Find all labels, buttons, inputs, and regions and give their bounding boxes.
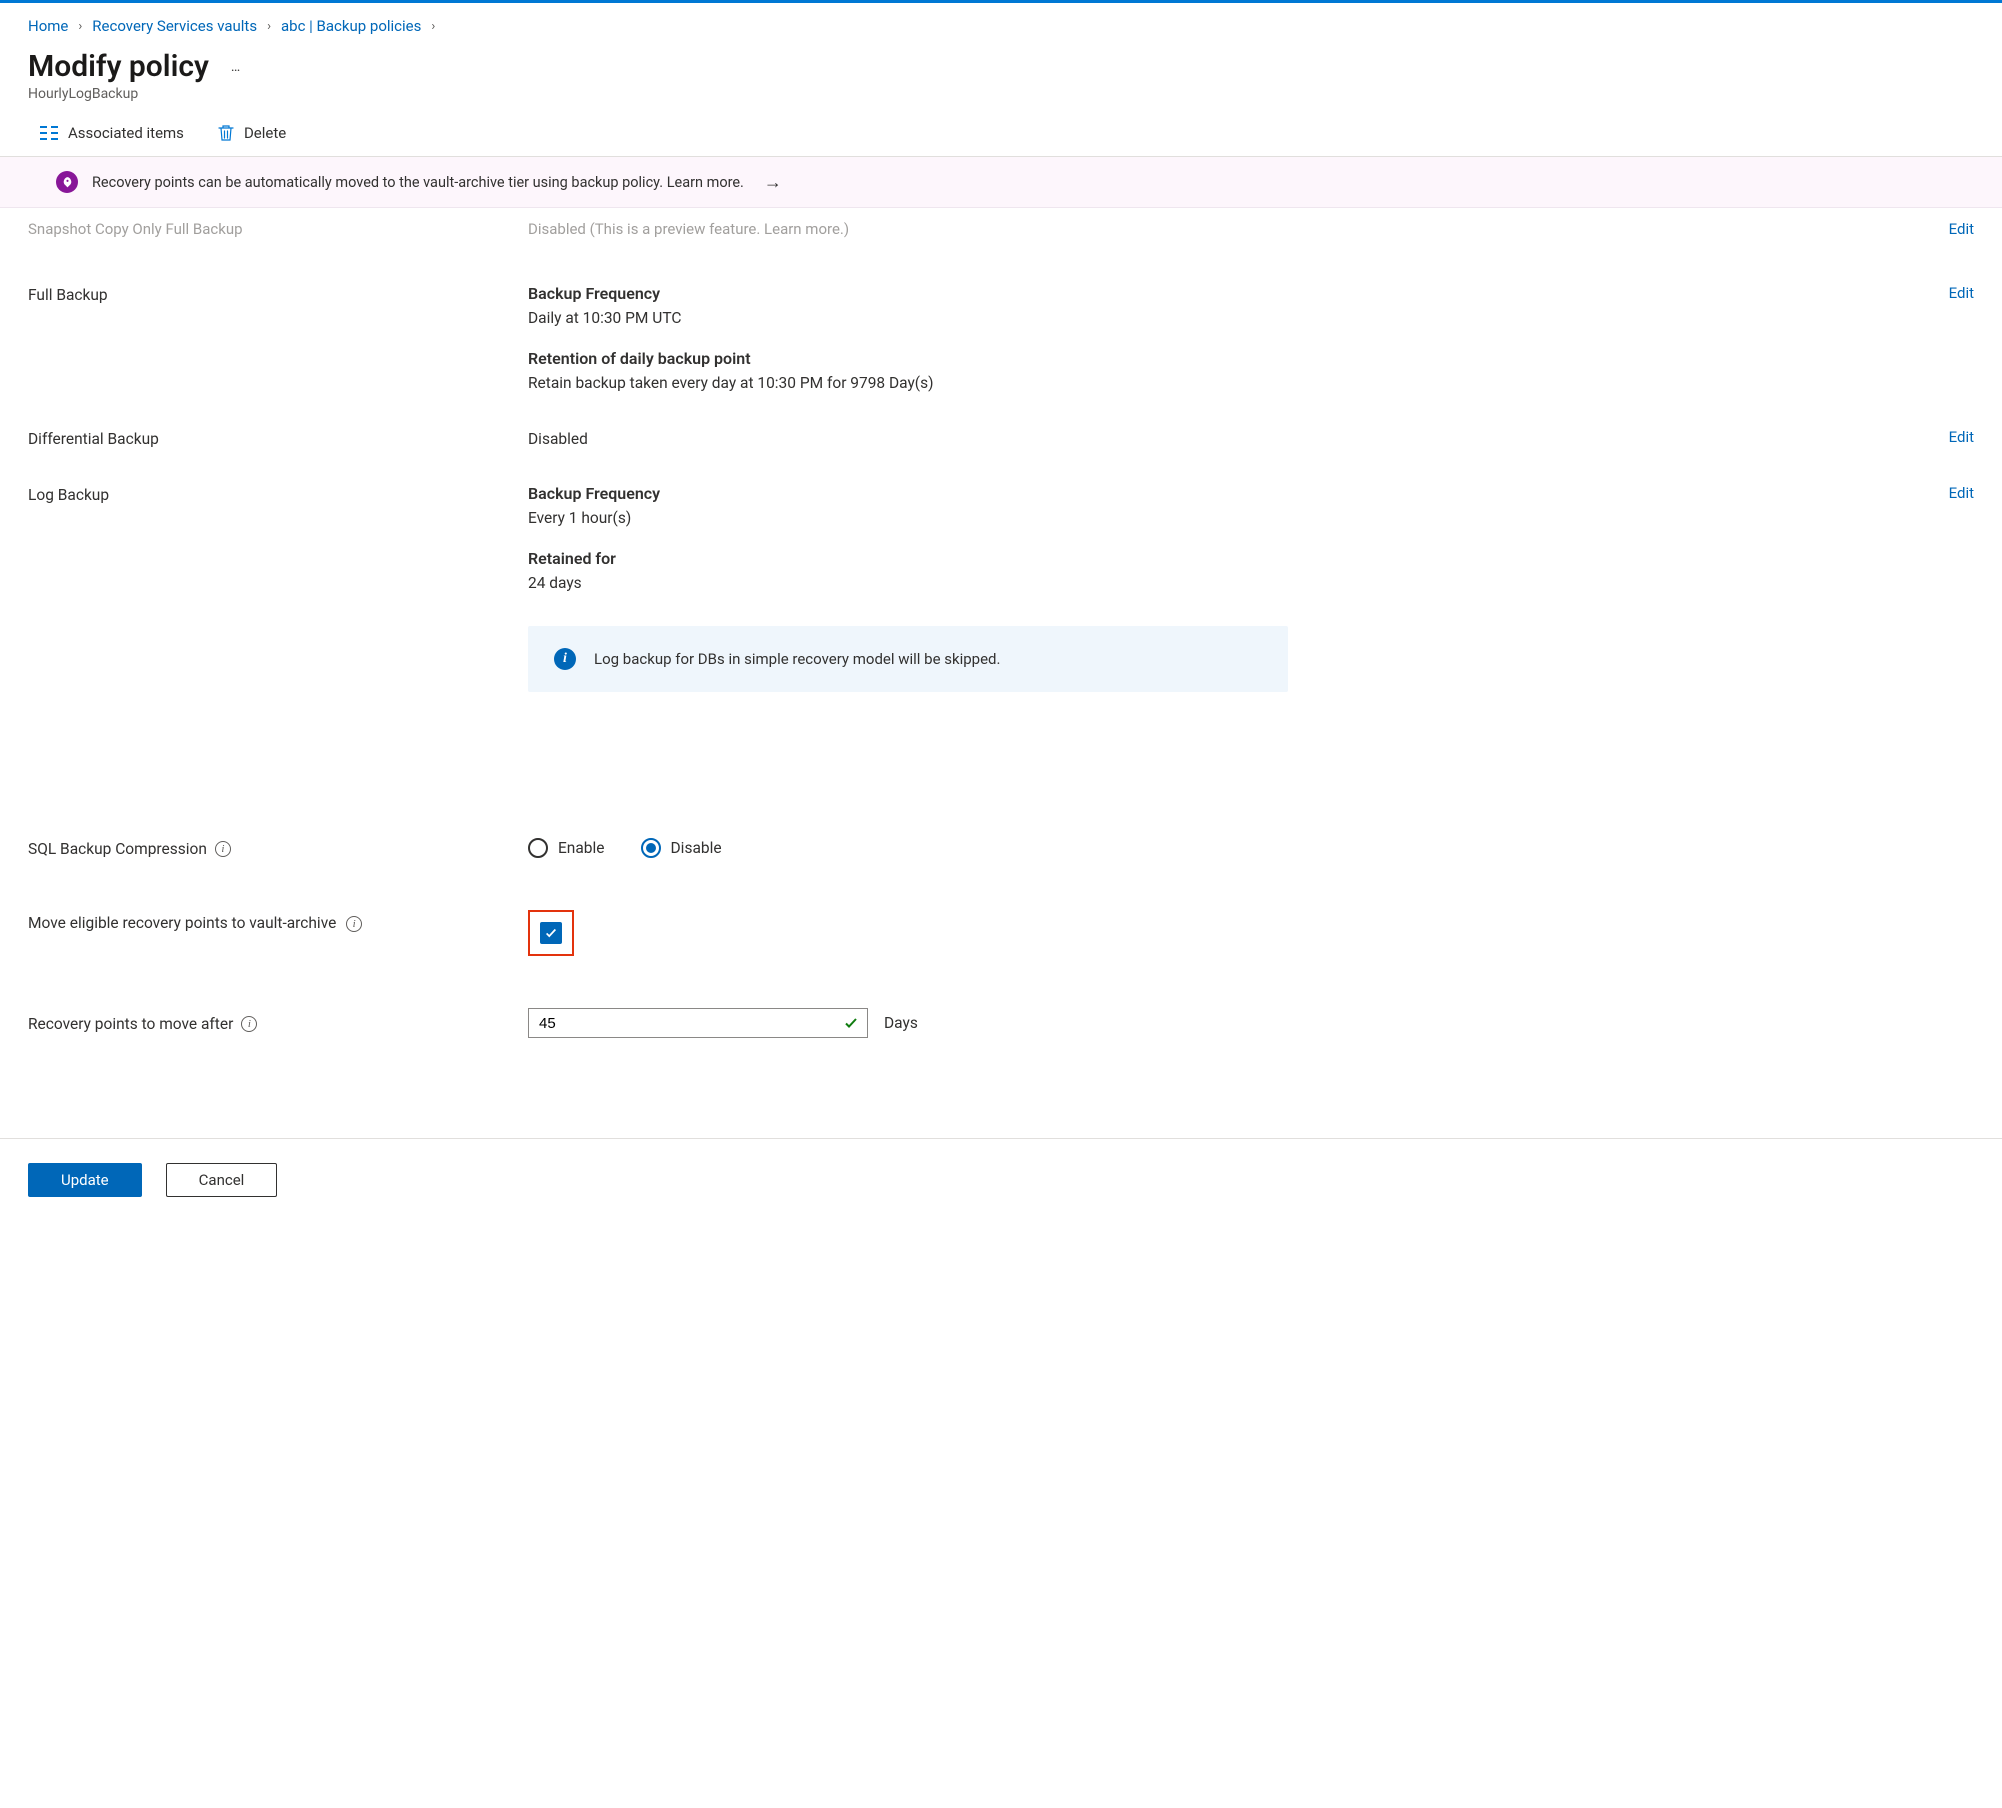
compression-disable-option[interactable]: Disable bbox=[641, 838, 722, 858]
delete-button[interactable]: Delete bbox=[218, 124, 286, 142]
move-after-input[interactable] bbox=[537, 1014, 797, 1033]
move-after-input-wrapper[interactable] bbox=[528, 1008, 868, 1038]
full-retention-heading: Retention of daily backup point bbox=[528, 349, 1834, 368]
log-freq-value: Every 1 hour(s) bbox=[528, 509, 1834, 527]
cancel-button[interactable]: Cancel bbox=[166, 1163, 278, 1197]
log-backup-info-callout: i Log backup for DBs in simple recovery … bbox=[528, 626, 1288, 692]
toolbar: Associated items Delete bbox=[0, 114, 2002, 157]
more-actions-button[interactable]: … bbox=[231, 59, 242, 75]
chevron-right-icon: › bbox=[78, 19, 82, 34]
move-archive-section: Move eligible recovery points to vault-a… bbox=[0, 858, 2002, 956]
move-archive-checkbox[interactable] bbox=[540, 922, 562, 944]
page-title: Modify policy bbox=[28, 49, 209, 84]
differential-label: Differential Backup bbox=[28, 428, 528, 448]
log-retention-heading: Retained for bbox=[528, 549, 1834, 568]
update-button[interactable]: Update bbox=[28, 1163, 142, 1197]
trash-icon bbox=[218, 124, 234, 142]
full-backup-label: Full Backup bbox=[28, 284, 528, 304]
valid-check-icon bbox=[843, 1015, 859, 1031]
move-archive-checkbox-highlight bbox=[528, 910, 574, 956]
footer: Update Cancel bbox=[0, 1138, 2002, 1221]
arrow-right-icon: → bbox=[764, 172, 782, 193]
compression-label-text: SQL Backup Compression bbox=[28, 840, 207, 858]
breadcrumb-home[interactable]: Home bbox=[28, 17, 68, 35]
snapshot-label: Snapshot Copy Only Full Backup bbox=[28, 218, 528, 238]
move-after-section: Recovery points to move after i Days bbox=[0, 956, 2002, 1038]
notice-text: Recovery points can be automatically mov… bbox=[92, 174, 744, 191]
snapshot-backup-row-cutoff: Snapshot Copy Only Full Backup Disabled … bbox=[0, 208, 2002, 248]
full-backup-edit-link[interactable]: Edit bbox=[1949, 284, 1974, 302]
policy-name-subtitle: HourlyLogBackup bbox=[0, 86, 2002, 114]
full-backup-section: Full Backup Backup Frequency Daily at 10… bbox=[0, 248, 2002, 392]
move-after-label: Recovery points to move after i bbox=[28, 1013, 528, 1033]
compression-label: SQL Backup Compression i bbox=[28, 838, 528, 858]
log-freq-heading: Backup Frequency bbox=[528, 484, 1834, 503]
disable-label: Disable bbox=[671, 839, 722, 857]
info-icon[interactable]: i bbox=[215, 841, 231, 857]
check-icon bbox=[544, 926, 558, 940]
differential-value: Disabled bbox=[528, 430, 1834, 448]
associated-items-button[interactable]: Associated items bbox=[40, 124, 184, 142]
info-icon: i bbox=[554, 648, 576, 670]
info-icon[interactable]: i bbox=[346, 916, 362, 932]
differential-backup-section: Differential Backup Disabled Edit bbox=[0, 392, 2002, 448]
log-backup-section: Log Backup Backup Frequency Every 1 hour… bbox=[0, 448, 2002, 692]
info-icon[interactable]: i bbox=[241, 1016, 257, 1032]
snapshot-edit-link[interactable]: Edit bbox=[1949, 220, 1974, 238]
chevron-right-icon: › bbox=[431, 19, 435, 34]
full-retention-value: Retain backup taken every day at 10:30 P… bbox=[528, 374, 1834, 392]
log-callout-text: Log backup for DBs in simple recovery mo… bbox=[594, 650, 1000, 668]
log-backup-label: Log Backup bbox=[28, 484, 528, 504]
compression-section: SQL Backup Compression i Enable Disable bbox=[0, 812, 2002, 858]
chevron-right-icon: › bbox=[267, 19, 271, 34]
move-after-unit: Days bbox=[884, 1014, 918, 1032]
log-retention-value: 24 days bbox=[528, 574, 1834, 592]
move-archive-label-text: Move eligible recovery points to vault-a… bbox=[28, 914, 336, 932]
full-freq-value: Daily at 10:30 PM UTC bbox=[528, 309, 1834, 327]
radio-checked-icon bbox=[641, 838, 661, 858]
snapshot-value: Disabled (This is a preview feature. Lea… bbox=[528, 220, 1834, 238]
list-icon bbox=[40, 126, 58, 140]
move-archive-label: Move eligible recovery points to vault-a… bbox=[28, 910, 468, 935]
associated-items-label: Associated items bbox=[68, 124, 184, 142]
archive-tier-notice[interactable]: Recovery points can be automatically mov… bbox=[0, 157, 2002, 208]
rocket-icon bbox=[56, 171, 78, 193]
radio-unchecked-icon bbox=[528, 838, 548, 858]
differential-edit-link[interactable]: Edit bbox=[1949, 428, 1974, 446]
compression-enable-option[interactable]: Enable bbox=[528, 838, 605, 858]
breadcrumb-policies[interactable]: abc | Backup policies bbox=[281, 17, 421, 35]
breadcrumb-rsv[interactable]: Recovery Services vaults bbox=[92, 17, 257, 35]
full-freq-heading: Backup Frequency bbox=[528, 284, 1834, 303]
move-after-label-text: Recovery points to move after bbox=[28, 1015, 233, 1033]
breadcrumb: Home › Recovery Services vaults › abc | … bbox=[0, 3, 2002, 45]
log-backup-edit-link[interactable]: Edit bbox=[1949, 484, 1974, 502]
delete-label: Delete bbox=[244, 124, 286, 142]
enable-label: Enable bbox=[558, 839, 605, 857]
